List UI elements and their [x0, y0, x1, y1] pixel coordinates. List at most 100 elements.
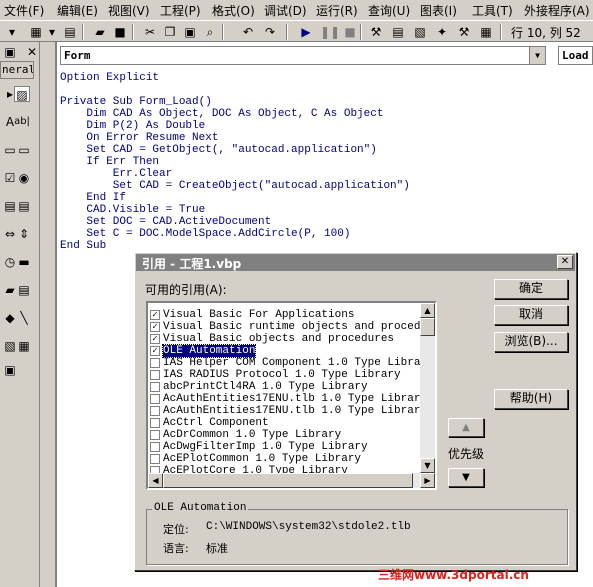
- list-item[interactable]: AcEPlotCommon 1.0 Type Library: [150, 453, 417, 465]
- checkbox[interactable]: [150, 454, 160, 464]
- textbox-tool-icon[interactable]: ab|: [14, 114, 30, 130]
- ole-tool-icon[interactable]: ▣: [2, 362, 18, 378]
- browse-button[interactable]: 浏览(B)...: [494, 332, 568, 352]
- checkbox[interactable]: [150, 370, 160, 380]
- menu-view[interactable]: 视图(V): [108, 2, 150, 19]
- menu-edit[interactable]: 编辑(E): [57, 2, 98, 19]
- object-combo[interactable]: Form ▼: [60, 46, 546, 65]
- list-item[interactable]: ✓ OLE Automation: [150, 344, 417, 358]
- chevron-down-icon[interactable]: ▼: [529, 47, 545, 64]
- list-item[interactable]: AcAuthEntities17ENU.tlb 1.0 Type Library: [150, 393, 427, 405]
- checkbox[interactable]: [150, 430, 160, 440]
- list-item[interactable]: ✓ Visual Basic objects and procedures: [150, 333, 417, 345]
- help-button[interactable]: 帮助(H): [494, 389, 568, 409]
- paste-icon[interactable]: ▣: [182, 24, 198, 40]
- list-item[interactable]: IAS Helper COM Component 1.0 Type Librar…: [150, 357, 434, 369]
- menu-query[interactable]: 查询(U): [368, 2, 410, 19]
- available-references-label: 可用的引用(A):: [145, 283, 227, 297]
- menu-tools[interactable]: 工具(T): [472, 2, 513, 19]
- project-explorer-icon[interactable]: ⚒: [368, 24, 384, 40]
- picturebox-tool-icon[interactable]: ▨: [14, 86, 30, 102]
- priority-down-button[interactable]: ▼: [448, 468, 484, 487]
- checkbox[interactable]: [150, 442, 160, 452]
- data-tool-icon[interactable]: ▦: [16, 338, 32, 354]
- menu-file[interactable]: 文件(F): [4, 2, 44, 19]
- menu-run[interactable]: 运行(R): [316, 2, 358, 19]
- code-line: Dim P(2) As Double: [60, 120, 206, 132]
- list-item[interactable]: AcCtrl Component: [150, 417, 417, 429]
- pause-icon[interactable]: ❚❚: [320, 24, 340, 40]
- form-layout-icon[interactable]: ▧: [412, 24, 428, 40]
- list-item[interactable]: ✓ Visual Basic runtime objects and proced…: [150, 321, 435, 333]
- scroll-right-icon[interactable]: ▶: [420, 473, 435, 488]
- checkbox[interactable]: ✓: [150, 310, 160, 320]
- cancel-button[interactable]: 取消: [494, 305, 568, 325]
- menu-format[interactable]: 格式(O): [212, 2, 255, 19]
- stop-icon[interactable]: ■: [342, 24, 358, 40]
- toolbox-icon[interactable]: ⚒: [456, 24, 472, 40]
- menu-editor-icon[interactable]: ▤: [62, 24, 78, 40]
- checkbox[interactable]: ✓: [150, 322, 160, 332]
- copy-icon[interactable]: ❐: [162, 24, 178, 40]
- scroll-up-icon[interactable]: ▲: [420, 303, 435, 318]
- checkbox[interactable]: [150, 358, 160, 368]
- filelistbox-tool-icon[interactable]: ▤: [16, 282, 32, 298]
- find-icon[interactable]: ⌕: [202, 24, 218, 40]
- start-icon[interactable]: ▶: [298, 24, 314, 40]
- close-icon[interactable]: ✕: [557, 255, 573, 269]
- list-item[interactable]: AcDwgFilterImp 1.0 Type Library: [150, 441, 417, 453]
- menu-debug[interactable]: 调试(D): [264, 2, 307, 19]
- priority-up-button[interactable]: ▲: [448, 418, 484, 437]
- properties-icon[interactable]: ▤: [390, 24, 406, 40]
- code-line: Set CAD = CreateObject("autocad.applicat…: [60, 180, 410, 192]
- language-label: 语言:: [163, 542, 189, 555]
- line-tool-icon[interactable]: ╲: [16, 310, 32, 326]
- optionbutton-tool-icon[interactable]: ◉: [16, 170, 32, 186]
- list-item[interactable]: abcPrintCtl4RA 1.0 Type Library: [150, 381, 417, 393]
- menu-project[interactable]: 工程(P): [160, 2, 201, 19]
- drivelistbox-tool-icon[interactable]: ▬: [16, 254, 32, 270]
- data-view-icon[interactable]: ▦: [478, 24, 494, 40]
- dropdown-icon[interactable]: ▾: [44, 24, 60, 40]
- close-icon[interactable]: ✕: [24, 44, 40, 60]
- scroll-left-icon[interactable]: ◀: [148, 473, 163, 488]
- scroll-down-icon[interactable]: ▼: [420, 458, 435, 473]
- scroll-thumb[interactable]: [420, 318, 435, 336]
- code-line: Set C = DOC.ModelSpace.AddCircle(P, 100): [60, 228, 351, 240]
- priority-label: 优先级: [448, 447, 485, 461]
- open-project-icon[interactable]: ▰: [92, 24, 108, 40]
- vertical-scrollbar[interactable]: ▲ ▼: [420, 303, 435, 473]
- ok-button[interactable]: 确定: [494, 279, 568, 299]
- horizontal-scrollbar[interactable]: ◀ ▶: [148, 473, 435, 488]
- checkbox[interactable]: [150, 418, 160, 428]
- list-item[interactable]: AcDrCommon 1.0 Type Library: [150, 429, 417, 441]
- procedure-combo[interactable]: Load: [558, 46, 593, 65]
- undo-icon[interactable]: ↶: [240, 24, 256, 40]
- object-browser-icon[interactable]: ✦: [434, 24, 450, 40]
- add-project-icon[interactable]: ▾: [4, 24, 20, 40]
- commandbutton-tool-icon[interactable]: ▭: [16, 142, 32, 158]
- scroll-thumb[interactable]: [163, 473, 413, 488]
- listbox-tool-icon[interactable]: ▤: [16, 198, 32, 214]
- watermark: 三维网www.3dportal.cn: [378, 568, 529, 582]
- checkbox[interactable]: ✓: [150, 334, 160, 344]
- code-line: Option Explicit: [60, 72, 160, 84]
- checkbox[interactable]: ✓: [150, 346, 160, 356]
- checkbox[interactable]: [150, 406, 160, 416]
- list-item[interactable]: IAS RADIUS Protocol 1.0 Type Library: [150, 369, 417, 381]
- add-form-icon[interactable]: ▦: [28, 24, 44, 40]
- menu-diagram[interactable]: 图表(I): [420, 2, 457, 19]
- checkbox[interactable]: [150, 382, 160, 392]
- references-list[interactable]: ✓ Visual Basic For Applications ✓ Visual B…: [146, 301, 437, 490]
- location-value: C:\WINDOWS\system32\stdole2.tlb: [206, 521, 411, 533]
- menu-addins[interactable]: 外接程序(A): [524, 2, 590, 19]
- list-item[interactable]: AcAuthEntities17ENU.tlb 1.0 Type Library: [150, 405, 427, 417]
- vscrollbar-tool-icon[interactable]: ⇕: [16, 226, 32, 242]
- save-project-icon[interactable]: ■: [112, 24, 128, 40]
- cut-icon[interactable]: ✂: [142, 24, 158, 40]
- checkbox[interactable]: [150, 394, 160, 404]
- toolbox-general-tab[interactable]: neral: [0, 61, 34, 79]
- language-value: 标准: [206, 542, 228, 555]
- list-item[interactable]: ✓ Visual Basic For Applications: [150, 309, 417, 321]
- redo-icon[interactable]: ↷: [262, 24, 278, 40]
